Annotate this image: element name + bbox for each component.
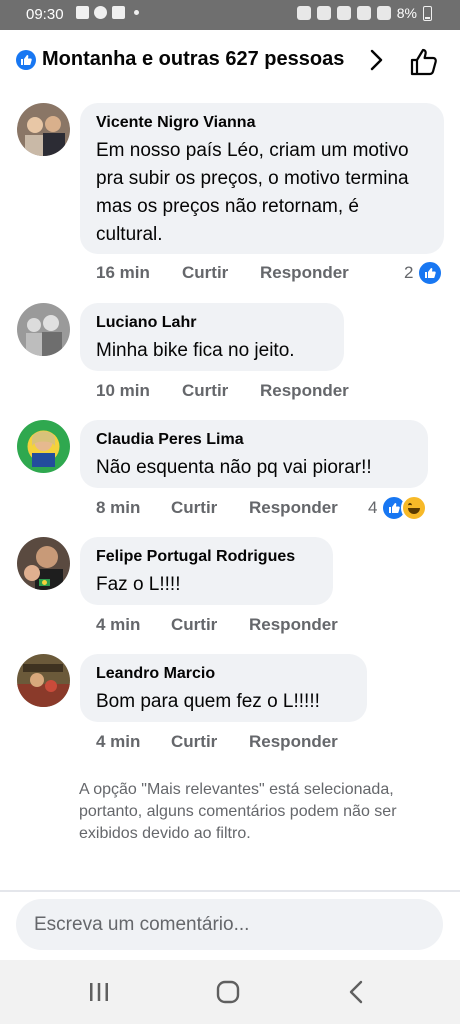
comment-author[interactable]: Vicente Nigro Vianna [96, 113, 428, 133]
alarm-icon [316, 6, 331, 20]
comment-input[interactable] [16, 899, 414, 950]
comment-time[interactable]: 10 min [96, 381, 182, 401]
link-icon [296, 6, 311, 20]
reply-link[interactable]: Responder [249, 732, 338, 752]
comment-bubble[interactable]: Claudia Peres Lima Não esquenta não pq v… [80, 420, 428, 488]
comment-author[interactable]: Claudia Peres Lima [96, 430, 412, 450]
like-reaction-icon [16, 50, 36, 70]
back-icon[interactable] [342, 978, 372, 1006]
comment-author[interactable]: Luciano Lahr [96, 313, 328, 333]
gallery-icon [76, 6, 89, 19]
comment-text: Não esquenta não pq vai piorar!! [96, 457, 372, 478]
comment-bubble[interactable]: Vicente Nigro Vianna Em nosso país Léo, … [80, 103, 444, 254]
comments-sheet: Montanha e outras 627 pessoas Vicente Ni… [0, 30, 460, 960]
like-link[interactable]: Curtir [171, 498, 249, 518]
comment-text: Minha bike fica no jeito. [96, 340, 295, 361]
comment-bubble[interactable]: Luciano Lahr Minha bike fica no jeito. [80, 303, 344, 371]
avatar[interactable] [17, 103, 70, 156]
reaction-count: 4 [368, 498, 378, 517]
signal-icon [376, 6, 391, 20]
reaction-summary[interactable]: 2 [404, 260, 444, 286]
reactions-summary[interactable]: Montanha e outras 627 pessoas [42, 48, 344, 71]
facebook-icon [112, 6, 125, 19]
battery-percent: 8% [396, 5, 417, 21]
filter-notice: A opção "Mais relevantes" está seleciona… [79, 781, 397, 842]
reaction-summary[interactable]: 4 [368, 495, 428, 521]
whatsapp-icon [94, 6, 107, 19]
battery-icon [423, 5, 432, 21]
wifi-icon [356, 6, 371, 20]
notification-icons [76, 6, 139, 19]
comment-time[interactable]: 8 min [96, 498, 171, 518]
like-link[interactable]: Curtir [182, 263, 260, 283]
reply-link[interactable]: Responder [249, 615, 338, 635]
comment-actions: 16 min Curtir Responder [96, 263, 349, 283]
like-link[interactable]: Curtir [171, 615, 249, 635]
like-reaction-icon [417, 260, 444, 286]
comment-author[interactable]: Leandro Marcio [96, 664, 351, 684]
comment-text: Bom para quem fez o L!!!!! [96, 691, 320, 712]
system-navigation-bar [0, 960, 460, 1024]
divider [0, 890, 460, 892]
reply-link[interactable]: Responder [260, 263, 349, 283]
reaction-count: 2 [404, 263, 414, 282]
comment-time[interactable]: 16 min [96, 263, 182, 283]
avatar[interactable] [17, 303, 70, 356]
like-link[interactable]: Curtir [171, 732, 249, 752]
reply-link[interactable]: Responder [260, 381, 349, 401]
reply-link[interactable]: Responder [249, 498, 338, 518]
comment-actions: 4 min Curtir Responder [96, 732, 338, 752]
comment-bubble[interactable]: Leandro Marcio Bom para quem fez o L!!!!… [80, 654, 367, 722]
recent-apps-icon[interactable] [84, 978, 114, 1006]
avatar[interactable] [17, 420, 70, 473]
reactions-header[interactable]: Montanha e outras 627 pessoas [0, 30, 460, 90]
comment-bubble[interactable]: Felipe Portugal Rodrigues Faz o L!!!! [80, 537, 333, 605]
comment-actions: 10 min Curtir Responder [96, 381, 349, 401]
avatar[interactable] [17, 654, 70, 707]
status-time: 09:30 [26, 6, 64, 23]
comment-composer[interactable] [16, 899, 443, 950]
like-link[interactable]: Curtir [182, 381, 260, 401]
like-button-icon[interactable] [408, 46, 440, 78]
comment-actions: 4 min Curtir Responder [96, 615, 338, 635]
comment-author[interactable]: Felipe Portugal Rodrigues [96, 547, 317, 567]
avatar[interactable] [17, 537, 70, 590]
comment-time[interactable]: 4 min [96, 615, 171, 635]
comment-text: Faz o L!!!! [96, 574, 181, 595]
mute-icon [336, 6, 351, 20]
chevron-right-icon[interactable] [366, 48, 386, 72]
status-bar: 09:30 8% [0, 0, 460, 30]
system-icons: 8% [296, 5, 432, 21]
more-notifications-icon [134, 10, 139, 15]
home-icon[interactable] [213, 978, 243, 1006]
comment-actions: 8 min Curtir Responder [96, 498, 338, 518]
comment-text: Em nosso país Léo, criam um motivo pra s… [96, 140, 409, 245]
haha-reaction-icon [401, 495, 428, 521]
comment-time[interactable]: 4 min [96, 732, 171, 752]
